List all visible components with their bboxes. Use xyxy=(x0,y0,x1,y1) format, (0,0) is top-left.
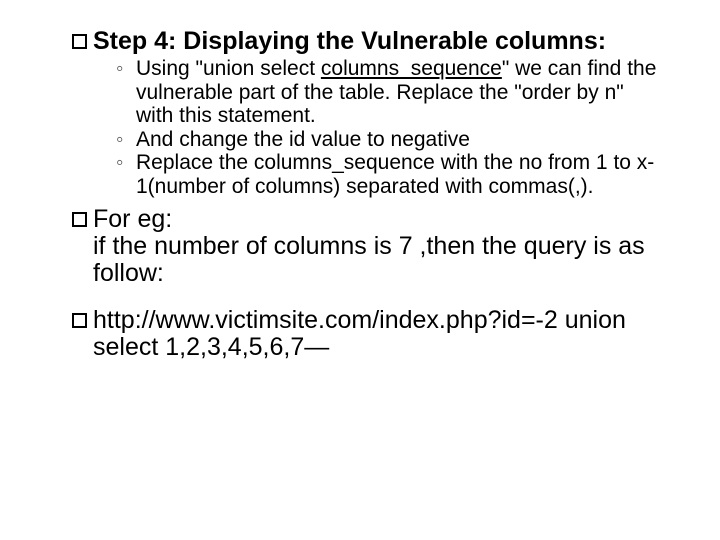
sub-item-1-text: Using "union select columns_sequence" we… xyxy=(136,57,660,128)
sub-item-3: ◦ Replace the columns_sequence with the … xyxy=(116,151,660,198)
step4-title: Step 4: Displaying the Vulnerable column… xyxy=(93,28,606,55)
square-bullet-icon xyxy=(72,34,87,49)
sub1-before: Using "union select xyxy=(136,57,321,80)
sub-item-2-text: And change the id value to negative xyxy=(136,128,470,152)
bullet-step4: Step 4: Displaying the Vulnerable column… xyxy=(72,28,660,55)
sub-item-2: ◦ And change the id value to negative xyxy=(116,128,660,152)
sub-item-3-text: Replace the columns_sequence with the no… xyxy=(136,151,660,198)
sub-marker-icon: ◦ xyxy=(116,151,136,175)
sub-marker-icon: ◦ xyxy=(116,128,136,152)
foreg-line2: if the number of columns is 7 ,then the … xyxy=(93,232,645,287)
step4-sublist: ◦ Using "union select columns_sequence" … xyxy=(72,57,660,198)
url-example-text: http://www.victimsite.com/index.php?id=-… xyxy=(93,307,660,361)
foreg-text: For eg: if the number of columns is 7 ,t… xyxy=(93,206,660,287)
bullet-foreg: For eg: if the number of columns is 7 ,t… xyxy=(72,206,660,287)
square-bullet-icon xyxy=(72,313,87,328)
square-bullet-icon xyxy=(72,212,87,227)
bullet-url: http://www.victimsite.com/index.php?id=-… xyxy=(72,307,660,361)
step4-title-text: Step 4: Displaying the Vulnerable column… xyxy=(93,27,606,55)
sub-item-1: ◦ Using "union select columns_sequence" … xyxy=(116,57,660,128)
slide-container: Step 4: Displaying the Vulnerable column… xyxy=(0,0,720,540)
sub-marker-icon: ◦ xyxy=(116,57,136,81)
sub1-underlined: columns_sequence xyxy=(321,57,502,80)
foreg-line1: For eg: xyxy=(93,205,172,233)
